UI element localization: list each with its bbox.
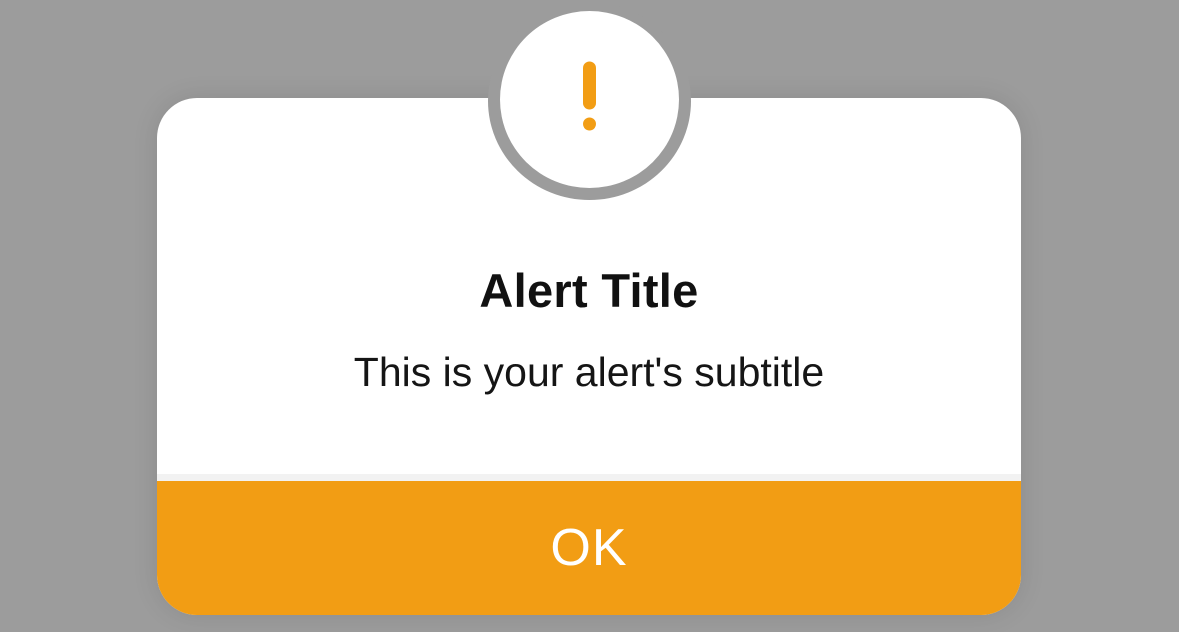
ok-button-label: OK [550, 519, 628, 577]
alert-icon-badge [488, 2, 691, 200]
button-divider [157, 474, 1021, 481]
alert-subtitle: This is your alert's subtitle [353, 349, 825, 395]
ok-button[interactable]: OK [157, 481, 1021, 615]
alert-title: Alert Title [479, 264, 699, 317]
exclamation-icon [583, 61, 596, 131]
alert-icon-circle [500, 11, 679, 188]
